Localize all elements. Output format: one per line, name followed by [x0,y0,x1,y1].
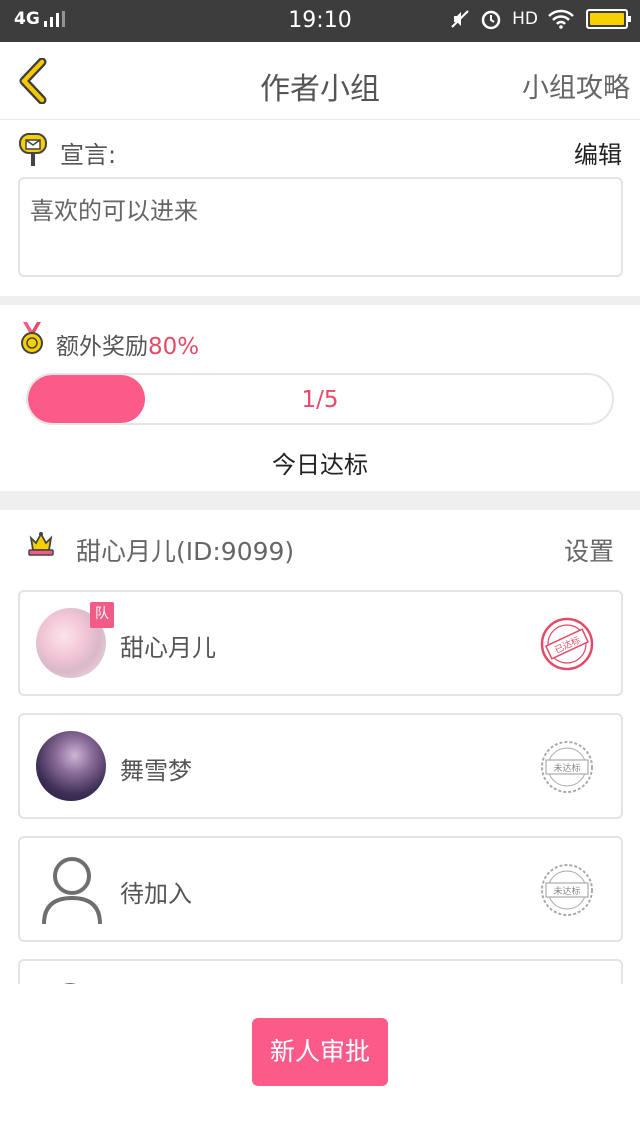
declaration-text: 喜欢的可以进来 [18,177,623,277]
alarm-icon [481,10,501,30]
stamp-text: 未达标 [553,762,580,774]
declaration-section: 宣言: 编辑 喜欢的可以进来 [0,121,640,296]
stamp-achieved-icon: 已达标 [540,617,594,671]
team-header: 甜心月儿(ID:9099) 设置 [0,510,640,580]
reward-text: 额外奖励 [56,334,148,360]
medal-icon [21,322,43,354]
team-name: 甜心月儿(ID:9099) [76,537,295,566]
leader-badge: 队 [90,602,114,628]
person-placeholder-icon [42,857,102,925]
member-name: 甜心月儿 [120,634,216,662]
mute-icon [451,10,469,28]
avatar [36,731,106,801]
settings-link[interactable]: 设置 [564,532,614,568]
member-card[interactable]: 队 甜心月儿 已达标 [18,590,623,696]
group-guide-link[interactable]: 小组攻略 [522,66,630,105]
stamp-text: 未达标 [553,885,580,897]
nav-bar: 作者小组 小组攻略 [0,42,640,120]
battery-icon [586,9,631,29]
edit-button[interactable]: 编辑 [574,135,622,170]
member-card[interactable]: 舞雪梦 未达标 [18,713,623,819]
status-icons: HD [440,8,631,30]
divider [0,491,640,510]
stamp-not-achieved-icon: 未达标 [541,741,593,793]
declaration-label: 宣言: [60,141,117,169]
status-bar: 4G 19:10 HD [0,0,640,42]
member-name: 待加入 [120,880,192,908]
hd-label: HD [512,9,538,29]
crown-icon [28,532,54,556]
new-member-approval-button[interactable]: 新人审批 [252,1018,388,1086]
progress-bar: 1/5 [26,373,614,425]
member-card[interactable]: 待加入 未达标 [18,836,623,942]
today-status: 今日达标 [272,451,368,479]
reward-label: 额外奖励80% [56,327,199,361]
reward-section: 额外奖励80% 1/5 今日达标 [0,305,640,491]
wifi-icon [548,9,574,29]
footer: 新人审批 [0,984,640,1138]
reward-percent: 80% [148,334,200,360]
mailbox-icon [19,133,47,166]
progress-text: 1/5 [301,387,339,413]
member-name: 舞雪梦 [120,757,192,785]
stamp-not-achieved-icon: 未达标 [541,864,593,916]
